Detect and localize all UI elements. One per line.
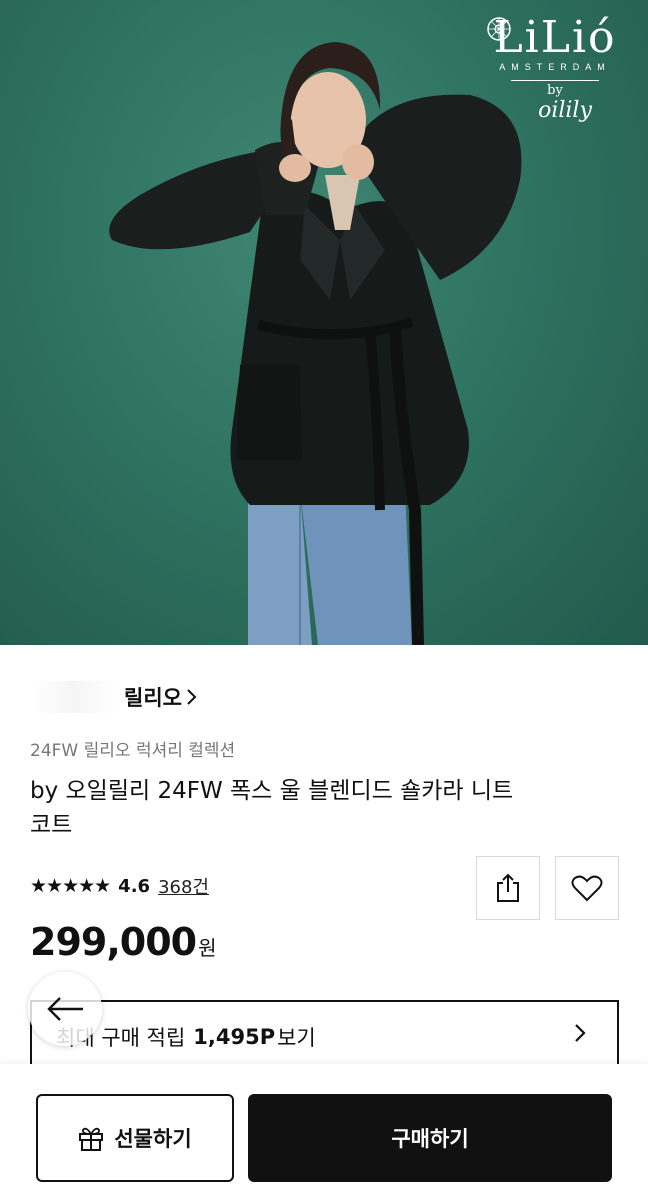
rating-score: 4.6 [118, 875, 151, 897]
brand-logo-sub: AMSTERDAM [499, 62, 611, 72]
points-suffix: 보기 [277, 1026, 316, 1050]
brand-logo-partner: oilily [538, 98, 592, 123]
chevron-right-icon [575, 1024, 586, 1042]
gift-icon [79, 1127, 104, 1151]
share-icon [497, 873, 519, 902]
back-button[interactable] [28, 972, 102, 1046]
product-hero-image[interactable]: LiLió AMSTERDAM by oilily [0, 0, 648, 645]
product-title: by 오일릴리 24FW 폭스 울 블렌디드 숄카라 니트 코트 [30, 778, 514, 838]
heart-icon [571, 875, 603, 902]
rating-summary[interactable]: ★★★★★ 4.6 368건 [30, 872, 209, 900]
buy-button[interactable]: 구매하기 [248, 1094, 612, 1182]
rating-stars: ★★★★★ [30, 875, 111, 897]
store-link[interactable]: 릴리오 [30, 680, 198, 714]
brand-logo-divider [480, 17, 630, 81]
store-logo [30, 681, 118, 713]
collection-label: 24FW 릴리오 럭셔리 컬렉션 [30, 741, 236, 761]
bottom-action-bar: 선물하기 구매하기 [0, 1064, 648, 1200]
arrow-left-icon [47, 997, 83, 1021]
price: 299,000 원 [30, 920, 216, 970]
points-amount: 1,495P [193, 1025, 276, 1049]
wishlist-button[interactable] [555, 856, 619, 920]
brand-logo-by: by [547, 83, 563, 98]
gift-button[interactable]: 선물하기 [36, 1094, 234, 1182]
price-value: 299,000 [30, 920, 197, 964]
brand-logo: LiLió AMSTERDAM by oilily [480, 16, 630, 123]
gift-button-label: 선물하기 [114, 1127, 192, 1151]
share-button[interactable] [476, 856, 540, 920]
brand-emblem-icon [487, 17, 511, 41]
buy-button-label: 구매하기 [391, 1127, 469, 1151]
chevron-right-icon [187, 689, 197, 705]
price-unit: 원 [198, 936, 217, 960]
reward-points-button[interactable]: 최대 구매 적립 1,495P 보기 [30, 1000, 619, 1072]
review-count-link[interactable]: 368건 [158, 873, 209, 899]
store-name: 릴리오 [124, 686, 182, 710]
